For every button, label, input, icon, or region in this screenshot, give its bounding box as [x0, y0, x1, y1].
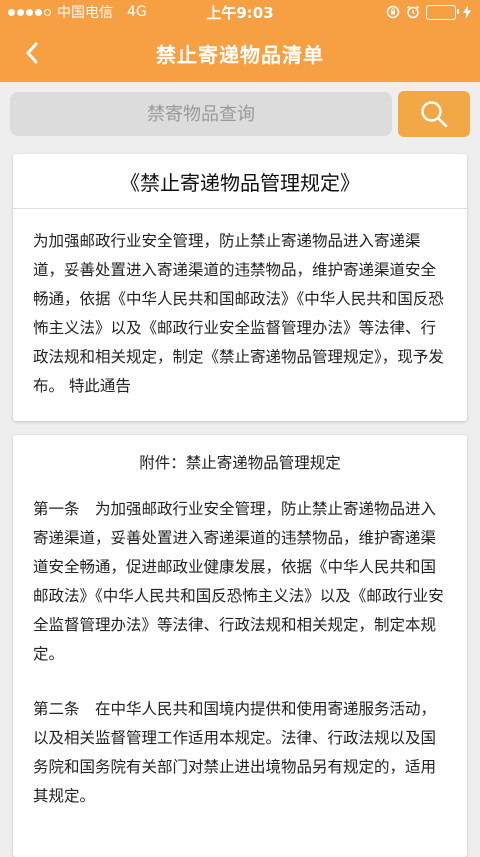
search-icon	[421, 101, 448, 128]
network-label: 4G	[127, 4, 147, 20]
search-button[interactable]	[398, 91, 470, 137]
battery-icon	[426, 4, 459, 20]
search-bar	[0, 82, 480, 146]
attachment-body: 第一条 为加强邮政行业安全管理，防止禁止寄递物品进入寄递渠道，妥善处置进入寄递渠…	[13, 473, 467, 857]
regulation-notice: 为加强邮政行业安全管理，防止禁止寄递物品进入寄递渠道，妥善处置进入寄递渠道的违禁…	[33, 232, 444, 395]
carrier-label: 中国电信	[57, 5, 113, 21]
charging-icon	[463, 5, 471, 19]
article-1: 第一条 为加强邮政行业安全管理，防止禁止寄递物品进入寄递渠道，妥善处置进入寄递渠…	[33, 500, 444, 663]
status-right	[386, 4, 472, 20]
nav-bar: 禁止寄递物品清单	[0, 24, 480, 82]
orientation-lock-icon	[386, 5, 400, 19]
header: 中国电信 4G 上午9:03 禁止寄递物品清单	[0, 0, 480, 82]
attachment-title: 附件：禁止寄递物品管理规定	[139, 454, 341, 472]
status-left: 中国电信 4G	[8, 2, 147, 22]
status-bar: 中国电信 4G 上午9:03	[0, 0, 480, 24]
back-button[interactable]	[20, 39, 44, 67]
chevron-left-icon	[26, 42, 38, 64]
content-area: 《禁止寄递物品管理规定》 为加强邮政行业安全管理，防止禁止寄递物品进入寄递渠道，…	[0, 146, 480, 857]
search-input[interactable]	[10, 92, 392, 136]
attachment-card: 附件：禁止寄递物品管理规定 第一条 为加强邮政行业安全管理，防止禁止寄递物品进入…	[13, 435, 467, 857]
article-2: 第二条 在中华人民共和国境内提供和使用寄递服务活动，以及相关监督管理工作适用本规…	[33, 700, 437, 805]
regulation-title: 《禁止寄递物品管理规定》	[13, 154, 467, 209]
page-title: 禁止寄递物品清单	[156, 42, 324, 67]
regulation-card: 《禁止寄递物品管理规定》 为加强邮政行业安全管理，防止禁止寄递物品进入寄递渠道，…	[13, 154, 467, 421]
alarm-icon	[407, 5, 419, 19]
signal-strength-icon	[8, 8, 51, 16]
